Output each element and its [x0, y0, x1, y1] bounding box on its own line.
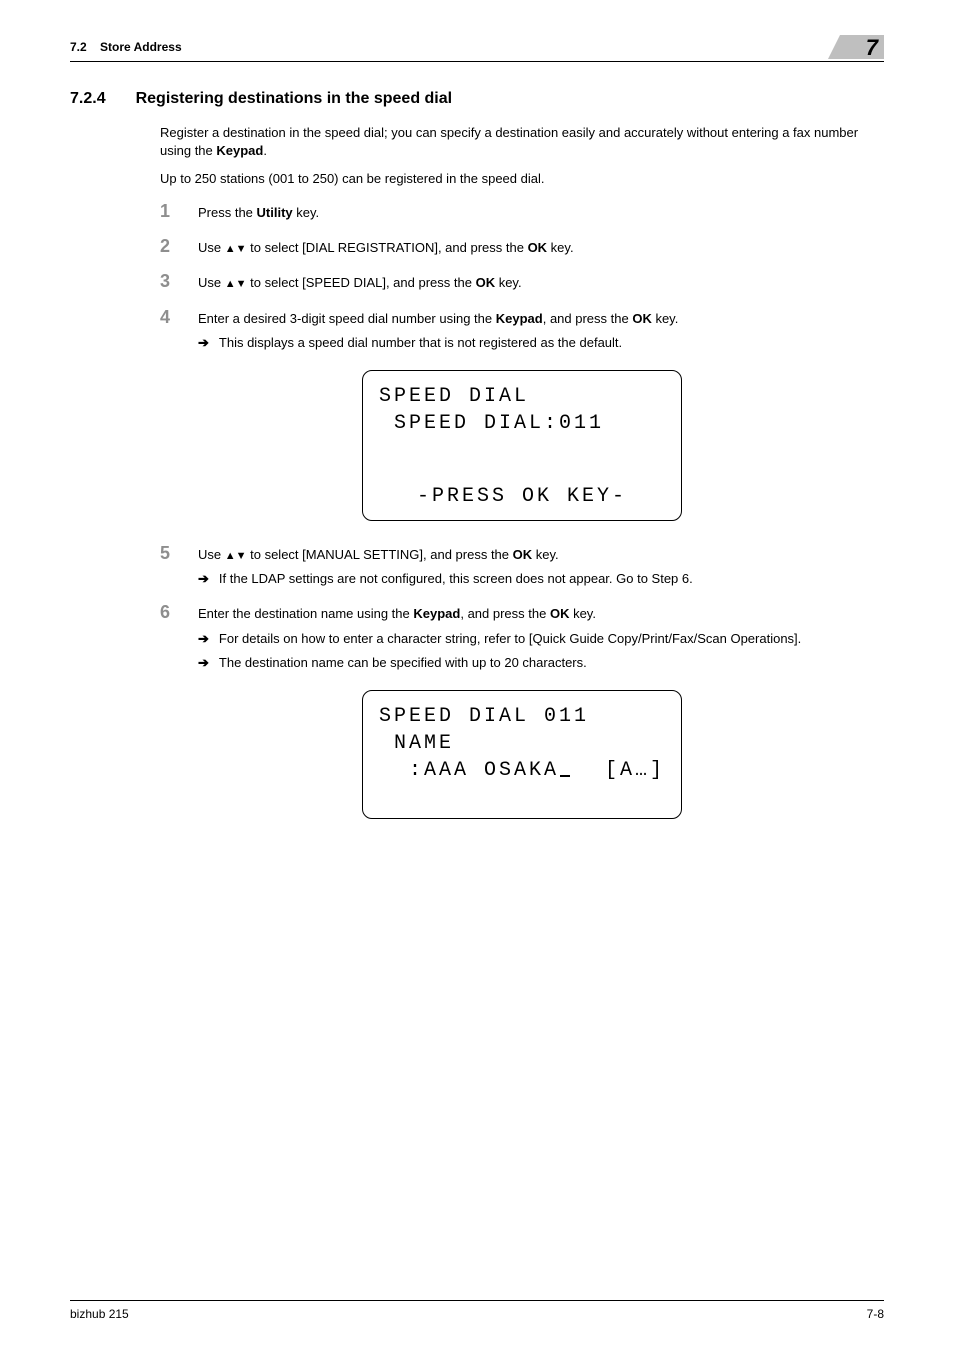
- step-body: Press the Utility key.: [198, 201, 884, 222]
- up-down-arrows-icon: ▲▼: [225, 549, 247, 564]
- heading-title: Registering destinations in the speed di…: [136, 90, 453, 108]
- step-body: Use ▲▼ to select [DIAL REGISTRATION], an…: [198, 236, 884, 257]
- cursor-icon: [560, 775, 570, 777]
- step-1: 1 Press the Utility key.: [160, 201, 884, 222]
- step-body: Enter a desired 3-digit speed dial numbe…: [198, 307, 884, 352]
- header-section: 7.2 Store Address: [70, 40, 182, 54]
- header-section-title: Store Address: [100, 40, 182, 54]
- lcd-line: SPEED DIAL:011: [379, 410, 665, 437]
- step-note: ➔ If the LDAP settings are not configure…: [198, 570, 884, 588]
- page-header: 7.2 Store Address 7: [70, 35, 884, 62]
- step-number: 1: [160, 201, 176, 222]
- arrow-icon: ➔: [198, 654, 209, 672]
- step-number: 4: [160, 307, 176, 352]
- lcd-line: :AAA OSAKA[A…]: [379, 757, 665, 784]
- lcd-line: SPEED DIAL: [379, 383, 665, 410]
- step-note: ➔ The destination name can be specified …: [198, 654, 884, 672]
- step-body: Use ▲▼ to select [SPEED DIAL], and press…: [198, 271, 884, 292]
- step-4: 4 Enter a desired 3-digit speed dial num…: [160, 307, 884, 352]
- heading-num: 7.2.4: [70, 90, 106, 108]
- header-section-num: 7.2: [70, 40, 87, 54]
- up-down-arrows-icon: ▲▼: [225, 242, 247, 257]
- body-content: Register a destination in the speed dial…: [160, 124, 884, 841]
- footer-left: bizhub 215: [70, 1307, 129, 1321]
- step-note: ➔ This displays a speed dial number that…: [198, 334, 884, 352]
- lcd-line: NAME: [379, 730, 665, 757]
- footer-right: 7-8: [867, 1307, 884, 1321]
- intro-para-1: Register a destination in the speed dial…: [160, 124, 884, 160]
- step-list: 1 Press the Utility key. 2 Use ▲▼ to sel…: [160, 201, 884, 352]
- lcd-line: -PRESS OK KEY-: [379, 483, 665, 510]
- up-down-arrows-icon: ▲▼: [225, 277, 247, 292]
- step-number: 3: [160, 271, 176, 292]
- step-5: 5 Use ▲▼ to select [MANUAL SETTING], and…: [160, 543, 884, 589]
- step-body: Enter the destination name using the Key…: [198, 602, 884, 672]
- step-6: 6 Enter the destination name using the K…: [160, 602, 884, 672]
- chapter-tab: 7: [840, 35, 884, 59]
- intro-para-2: Up to 250 stations (001 to 250) can be r…: [160, 170, 884, 188]
- arrow-icon: ➔: [198, 334, 209, 352]
- step-number: 6: [160, 602, 176, 672]
- arrow-icon: ➔: [198, 630, 209, 648]
- lcd-display-1: SPEED DIAL SPEED DIAL:011 -PRESS OK KEY-: [362, 370, 682, 521]
- step-body: Use ▲▼ to select [MANUAL SETTING], and p…: [198, 543, 884, 589]
- step-list-2: 5 Use ▲▼ to select [MANUAL SETTING], and…: [160, 543, 884, 672]
- chapter-number: 7: [866, 35, 878, 61]
- step-number: 5: [160, 543, 176, 589]
- lcd-display-2: SPEED DIAL 011 NAME :AAA OSAKA[A…]: [362, 690, 682, 819]
- arrow-icon: ➔: [198, 570, 209, 588]
- lcd-line: SPEED DIAL 011: [379, 703, 665, 730]
- page-footer: bizhub 215 7-8: [70, 1300, 884, 1321]
- step-3: 3 Use ▲▼ to select [SPEED DIAL], and pre…: [160, 271, 884, 292]
- section-heading: 7.2.4 Registering destinations in the sp…: [70, 90, 884, 108]
- step-number: 2: [160, 236, 176, 257]
- step-note: ➔ For details on how to enter a characte…: [198, 630, 884, 648]
- step-2: 2 Use ▲▼ to select [DIAL REGISTRATION], …: [160, 236, 884, 257]
